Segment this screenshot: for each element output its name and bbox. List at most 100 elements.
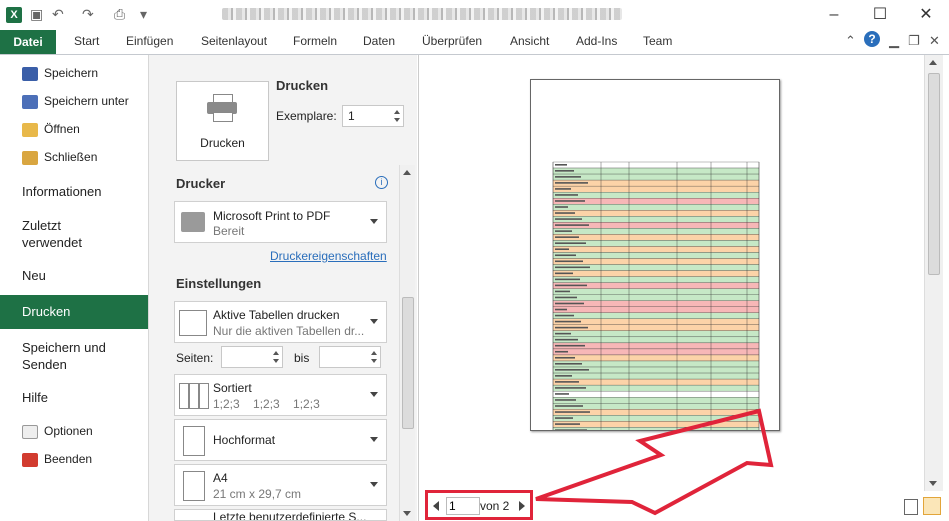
window-title-redacted (222, 8, 622, 20)
printer-properties-link[interactable]: Druckereigenschaften (270, 249, 387, 263)
scroll-down-icon[interactable] (929, 481, 937, 486)
nav-print[interactable]: Drucken (0, 295, 148, 329)
current-page-input[interactable] (446, 497, 480, 515)
workbook-minimize-icon[interactable]: ▁ (889, 33, 899, 49)
backstage-nav: Speichern Speichern unter Öffnen Schließ… (0, 55, 149, 521)
nav-new[interactable]: Neu (22, 267, 46, 284)
nav-help[interactable]: Hilfe (22, 389, 48, 406)
workbook-restore-icon[interactable]: ❐ (908, 33, 920, 49)
minimize-button[interactable]: – (811, 0, 857, 30)
nav-save-send-line2: Senden (22, 357, 67, 372)
stepper-up-icon[interactable] (394, 110, 400, 114)
save-icon (22, 66, 38, 81)
nav-info[interactable]: Informationen (22, 183, 102, 200)
nav-save-send[interactable]: Speichern und Senden (22, 339, 106, 373)
tab-view[interactable]: Ansicht (510, 34, 549, 48)
maximize-button[interactable]: ☐ (857, 0, 903, 30)
collate-sub: 1;2;3 1;2;3 1;2;3 (213, 397, 320, 411)
stepper-down-icon[interactable] (394, 118, 400, 122)
scroll-up-icon[interactable] (929, 60, 937, 65)
nav-recent[interactable]: Zuletzt verwendet (22, 217, 82, 251)
save-quick-icon[interactable]: ▣ (30, 6, 43, 24)
collate-dropdown[interactable]: Sortiert 1;2;3 1;2;3 1;2;3 (174, 374, 387, 416)
collated-pages-icon (179, 383, 209, 409)
print-settings-panel: Drucken Drucken Exemplare: 1 Drucker i M… (149, 55, 417, 521)
orientation-dropdown[interactable]: Hochformat (174, 419, 387, 461)
paper-icon (183, 471, 205, 501)
excel-logo-icon[interactable]: X (6, 7, 22, 23)
stepper-up-icon[interactable] (273, 351, 279, 355)
nav-save-as[interactable]: Speichern unter (22, 91, 129, 111)
tab-page-layout[interactable]: Seitenlayout (201, 34, 267, 48)
portrait-icon (183, 426, 205, 456)
orientation-label: Hochformat (213, 433, 276, 447)
nav-save[interactable]: Speichern (22, 63, 98, 83)
info-icon[interactable]: i (375, 176, 388, 189)
preview-scrollbar[interactable] (924, 55, 943, 491)
chevron-down-icon (370, 392, 378, 397)
tab-insert[interactable]: Einfügen (126, 34, 173, 48)
scroll-up-icon[interactable] (403, 170, 411, 175)
print-scope-dropdown[interactable]: Aktive Tabellen drucken Nur die aktiven … (174, 301, 387, 343)
scroll-thumb[interactable] (928, 73, 940, 275)
paper-size-title: A4 (213, 471, 228, 485)
paper-size-dropdown[interactable]: A4 21 cm x 29,7 cm (174, 464, 387, 506)
print-button-label: Drucken (200, 136, 245, 150)
paper-size-sub: 21 cm x 29,7 cm (213, 487, 302, 501)
nav-exit[interactable]: Beenden (22, 449, 92, 469)
stepper-up-icon[interactable] (371, 351, 377, 355)
copies-stepper[interactable]: 1 (342, 105, 404, 127)
help-icon[interactable]: ? (864, 31, 880, 47)
workbook-close-icon[interactable]: ✕ (929, 33, 940, 49)
close-button[interactable]: ✕ (903, 0, 949, 30)
tab-file[interactable]: Datei (0, 30, 56, 54)
chevron-down-icon (370, 319, 378, 324)
tab-data[interactable]: Daten (363, 34, 395, 48)
tab-review[interactable]: Überprüfen (422, 34, 482, 48)
save-as-icon (22, 94, 38, 109)
scroll-thumb[interactable] (402, 297, 414, 429)
chevron-down-icon (370, 219, 378, 224)
previous-page-icon[interactable] (433, 501, 439, 511)
show-margins-icon[interactable] (904, 499, 918, 515)
stepper-down-icon[interactable] (371, 359, 377, 363)
nav-save-as-label: Speichern unter (44, 94, 129, 108)
page-navigator: von 2 (425, 490, 533, 520)
pages-from-stepper[interactable] (221, 346, 283, 368)
tab-addins[interactable]: Add-Ins (576, 34, 617, 48)
scroll-down-icon[interactable] (403, 511, 411, 516)
chevron-down-icon (370, 437, 378, 442)
printer-dropdown[interactable]: Microsoft Print to PDF Bereit (174, 201, 387, 243)
nav-exit-label: Beenden (44, 452, 93, 466)
undo-icon[interactable]: ↶ (52, 6, 64, 24)
nav-open[interactable]: Öffnen (22, 119, 80, 139)
page-total-label: von 2 (480, 499, 510, 513)
nav-recent-line2: verwendet (22, 235, 82, 250)
redo-icon[interactable]: ↷ (82, 6, 94, 24)
tab-team[interactable]: Team (643, 34, 672, 48)
zoom-to-page-icon[interactable] (923, 497, 941, 515)
quick-print-icon[interactable]: ⎙ (114, 6, 125, 24)
print-scope-sub: Nur die aktiven Tabellen dr... (213, 324, 365, 338)
tab-formulas[interactable]: Formeln (293, 34, 337, 48)
margins-title: Letzte benutzerdefinierte S... (213, 510, 367, 521)
ribbon-tabs: Datei Start Einfügen Seitenlayout Formel… (0, 30, 949, 55)
nav-options[interactable]: Optionen (22, 421, 93, 441)
minimize-ribbon-icon[interactable]: ⌃ (845, 33, 856, 49)
to-label: bis (294, 351, 310, 365)
tab-start[interactable]: Start (74, 34, 99, 48)
stepper-down-icon[interactable] (273, 359, 279, 363)
settings-heading: Einstellungen (176, 276, 262, 291)
nav-close[interactable]: Schließen (22, 147, 97, 167)
pages-to-stepper[interactable] (319, 346, 381, 368)
next-page-icon[interactable] (519, 501, 525, 511)
settings-scrollbar[interactable] (399, 165, 415, 521)
print-heading: Drucken (276, 78, 329, 93)
nav-open-label: Öffnen (44, 122, 80, 136)
print-button[interactable]: Drucken (176, 81, 269, 161)
printer-status: Bereit (213, 224, 245, 238)
margins-dropdown[interactable]: Letzte benutzerdefinierte S... (174, 509, 387, 521)
customize-quick-access-icon[interactable]: ▾ (140, 6, 147, 24)
sheets-icon (179, 310, 207, 336)
chevron-down-icon (370, 482, 378, 487)
